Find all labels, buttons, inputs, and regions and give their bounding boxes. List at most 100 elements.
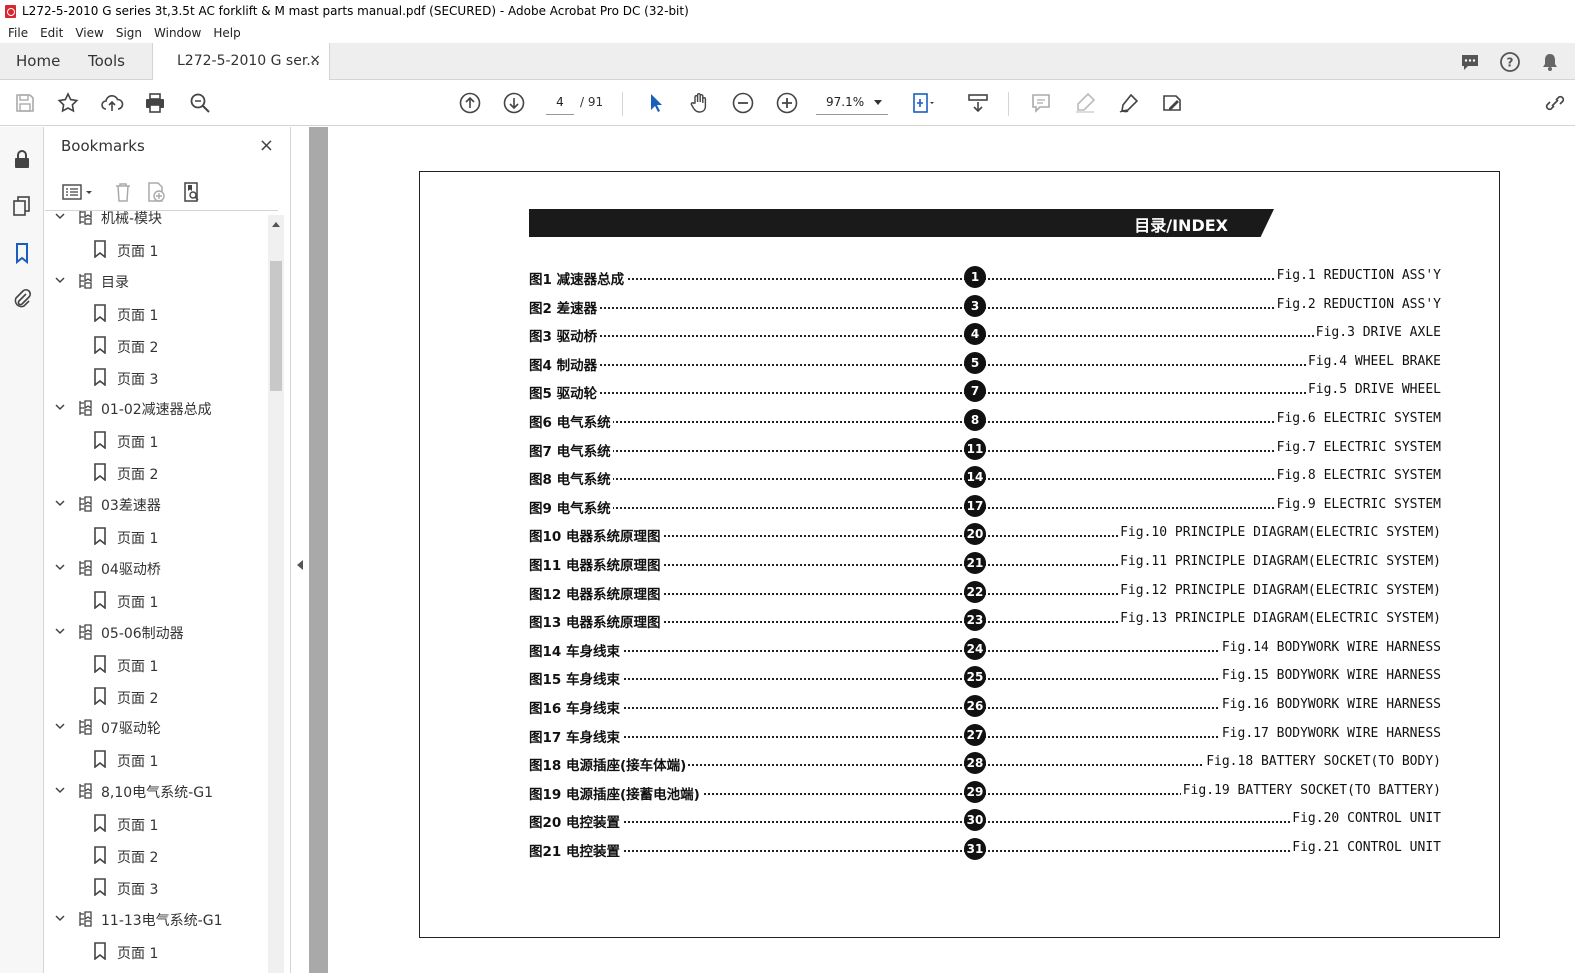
bookmark-parent-item[interactable]: 03差速器 <box>45 488 267 520</box>
panel-collapse-handle[interactable] <box>291 127 309 973</box>
index-entry[interactable]: 图5 驱动轮 7 Fig.5 DRIVE WHEEL <box>529 380 1441 403</box>
chevron-down-icon[interactable] <box>55 498 65 508</box>
bookmark-child-item[interactable]: 页面 3 <box>45 871 267 903</box>
page-number-input[interactable]: 4 <box>546 91 574 115</box>
bookmark-parent-item[interactable]: 05-06制动器 <box>45 616 267 648</box>
menu-edit[interactable]: Edit <box>40 26 63 40</box>
menu-file[interactable]: File <box>8 26 28 40</box>
menu-help[interactable]: Help <box>213 26 240 40</box>
index-entry[interactable]: 图11 电器系统原理图 21 Fig.11 PRINCIPLE DIAGRAM(EL… <box>529 552 1441 574</box>
bookmark-child-item[interactable]: 页面 2 <box>45 839 267 871</box>
zoom-search-icon[interactable] <box>188 91 212 115</box>
hand-tool-icon[interactable] <box>687 91 711 115</box>
comment-bubble-icon[interactable] <box>1459 51 1481 73</box>
chevron-down-icon[interactable] <box>55 626 65 636</box>
bookmark-child-item[interactable]: 页面 1 <box>45 743 267 775</box>
index-entry[interactable]: 图12 电器系统原理图 22 Fig.12 PRINCIPLE DIAGRAM(EL… <box>529 580 1441 603</box>
bookmark-child-item[interactable]: 页面 1 <box>45 584 267 616</box>
scroll-mode-icon[interactable] <box>966 91 990 115</box>
delete-bookmark-icon[interactable] <box>112 181 134 203</box>
index-entry[interactable]: 图21 电控装置 31 Fig.21 CONTROL UNIT <box>529 838 1441 860</box>
index-entry[interactable]: 图6 电气系统 8 Fig.6 ELECTRIC SYSTEM <box>529 409 1441 431</box>
close-panel-icon[interactable]: × <box>259 135 274 156</box>
index-entry[interactable]: 图15 车身线束 25 Fig.15 BODYWORK WIRE HARNESS <box>529 666 1441 689</box>
menu-view[interactable]: View <box>75 26 103 40</box>
index-entry[interactable]: 图13 电器系统原理图 23 Fig.13 PRINCIPLE DIAGRAM(EL… <box>529 609 1441 632</box>
index-entry[interactable]: 图4 制动器 5 Fig.4 WHEEL BRAKE <box>529 351 1441 374</box>
bookmark-child-item[interactable]: 页面 3 <box>45 361 267 393</box>
index-entry[interactable]: 图18 电源插座(接车体端) 28 Fig.18 BATTERY SOCKET(TO… <box>529 752 1441 775</box>
chevron-down-icon[interactable] <box>55 402 65 412</box>
new-bookmark-icon[interactable] <box>145 181 167 203</box>
index-entry[interactable]: 图7 电气系统 11 Fig.7 ELECTRIC SYSTEM <box>529 437 1441 460</box>
next-page-icon[interactable] <box>502 91 526 115</box>
chevron-down-icon[interactable] <box>55 785 65 795</box>
attachment-paperclip-icon[interactable] <box>10 287 34 311</box>
bookmark-parent-item[interactable]: 07驱动轮 <box>45 711 267 743</box>
index-entry[interactable]: 图17 车身线束 27 Fig.17 BODYWORK WIRE HARNESS <box>529 723 1441 746</box>
select-cursor-icon[interactable] <box>644 91 668 115</box>
bookmark-child-item[interactable]: 页面 1 <box>45 297 267 329</box>
chevron-down-icon[interactable] <box>55 721 65 731</box>
bookmark-child-item[interactable]: 页面 1 <box>45 233 267 265</box>
previous-page-icon[interactable] <box>458 91 482 115</box>
menu-sign[interactable]: Sign <box>116 26 142 40</box>
bookmark-parent-item[interactable]: 8,10电气系统-G1 <box>45 775 267 807</box>
pages-thumbnails-icon[interactable] <box>10 194 34 218</box>
index-entry[interactable]: 图9 电气系统 17 Fig.9 ELECTRIC SYSTEM <box>529 494 1441 517</box>
scroll-up-arrow-icon[interactable] <box>272 222 280 227</box>
fill-sign-icon[interactable] <box>1160 91 1184 115</box>
share-link-icon[interactable] <box>1543 91 1567 115</box>
bookmark-panel-icon[interactable] <box>10 241 34 265</box>
bookmark-parent-item[interactable]: 11-13电气系统-G1 <box>45 903 267 935</box>
index-entry[interactable]: 图20 电控装置 30 Fig.20 CONTROL UNIT <box>529 809 1441 832</box>
bookmark-child-item[interactable]: 页面 2 <box>45 456 267 488</box>
bookmark-parent-item[interactable]: 04驱动桥 <box>45 552 267 584</box>
tab-document[interactable]: L272-5-2010 G ser... × <box>152 43 330 80</box>
document-view[interactable]: 目录/INDEX 图1 减速器总成 1 Fig.1 REDUCTION ASS'Y 图… <box>309 127 1575 973</box>
index-entry[interactable]: 图16 车身线束 26 Fig.16 BODYWORK WIRE HARNESS <box>529 695 1441 717</box>
highlight-pen-icon[interactable] <box>1073 91 1097 115</box>
index-entry[interactable]: 图14 车身线束 24 Fig.14 BODYWORK WIRE HARNESS <box>529 637 1441 660</box>
fit-page-icon[interactable] <box>910 91 934 115</box>
zoom-out-icon[interactable] <box>731 91 755 115</box>
save-icon[interactable] <box>13 91 37 115</box>
index-entry[interactable]: 图19 电源插座(接蓄电池端) 29 Fig.19 BATTERY SOCKET(T… <box>529 780 1441 803</box>
bookmark-child-item[interactable]: 页面 1 <box>45 807 267 839</box>
lock-icon[interactable] <box>10 147 34 171</box>
index-entry[interactable]: 图8 电气系统 14 Fig.8 ELECTRIC SYSTEM <box>529 466 1441 489</box>
draw-sign-icon[interactable] <box>1117 91 1141 115</box>
cloud-upload-icon[interactable] <box>100 91 124 115</box>
index-entry[interactable]: 图2 差速器 3 Fig.2 REDUCTION ASS'Y <box>529 294 1441 317</box>
chevron-down-icon[interactable] <box>55 562 65 572</box>
help-icon[interactable]: ? <box>1499 51 1521 73</box>
bookmark-options-icon[interactable] <box>61 181 95 203</box>
notification-bell-icon[interactable] <box>1539 51 1561 73</box>
scrollbar-thumb[interactable] <box>270 261 282 391</box>
bookmark-parent-item[interactable]: 机械-模块 <box>45 211 267 233</box>
tab-home[interactable]: Home <box>16 52 60 70</box>
bookmark-child-item[interactable]: 页面 2 <box>45 329 267 361</box>
close-tab-icon[interactable]: × <box>309 52 321 68</box>
zoom-in-icon[interactable] <box>775 91 799 115</box>
index-entry[interactable]: 图10 电器系统原理图 20 Fig.10 PRINCIPLE DIAGRAM(EL… <box>529 523 1441 546</box>
add-comment-icon[interactable] <box>1029 91 1053 115</box>
print-icon[interactable] <box>143 91 167 115</box>
chevron-down-icon[interactable] <box>55 211 65 221</box>
chevron-down-icon[interactable] <box>55 275 65 285</box>
chevron-down-icon[interactable] <box>55 913 65 923</box>
bookmark-parent-item[interactable]: 01-02减速器总成 <box>45 392 267 424</box>
bookmark-parent-item[interactable]: 目录 <box>45 265 267 297</box>
menu-window[interactable]: Window <box>154 26 201 40</box>
bookmark-child-item[interactable]: 页面 1 <box>45 520 267 552</box>
bookmark-child-item[interactable]: 页面 1 <box>45 424 267 456</box>
zoom-level-dropdown[interactable]: 97.1% <box>816 91 888 115</box>
collapse-arrow-icon[interactable] <box>297 560 303 570</box>
bookmark-child-item[interactable]: 页面 1 <box>45 935 267 967</box>
star-icon[interactable] <box>56 91 80 115</box>
index-entry[interactable]: 图3 驱动桥 4 Fig.3 DRIVE AXLE <box>529 323 1441 346</box>
bookmark-child-item[interactable]: 页面 2 <box>45 680 267 712</box>
tab-tools[interactable]: Tools <box>88 52 125 70</box>
bookmark-child-item[interactable]: 页面 1 <box>45 648 267 680</box>
index-entry[interactable]: 图1 减速器总成 1 Fig.1 REDUCTION ASS'Y <box>529 266 1441 288</box>
